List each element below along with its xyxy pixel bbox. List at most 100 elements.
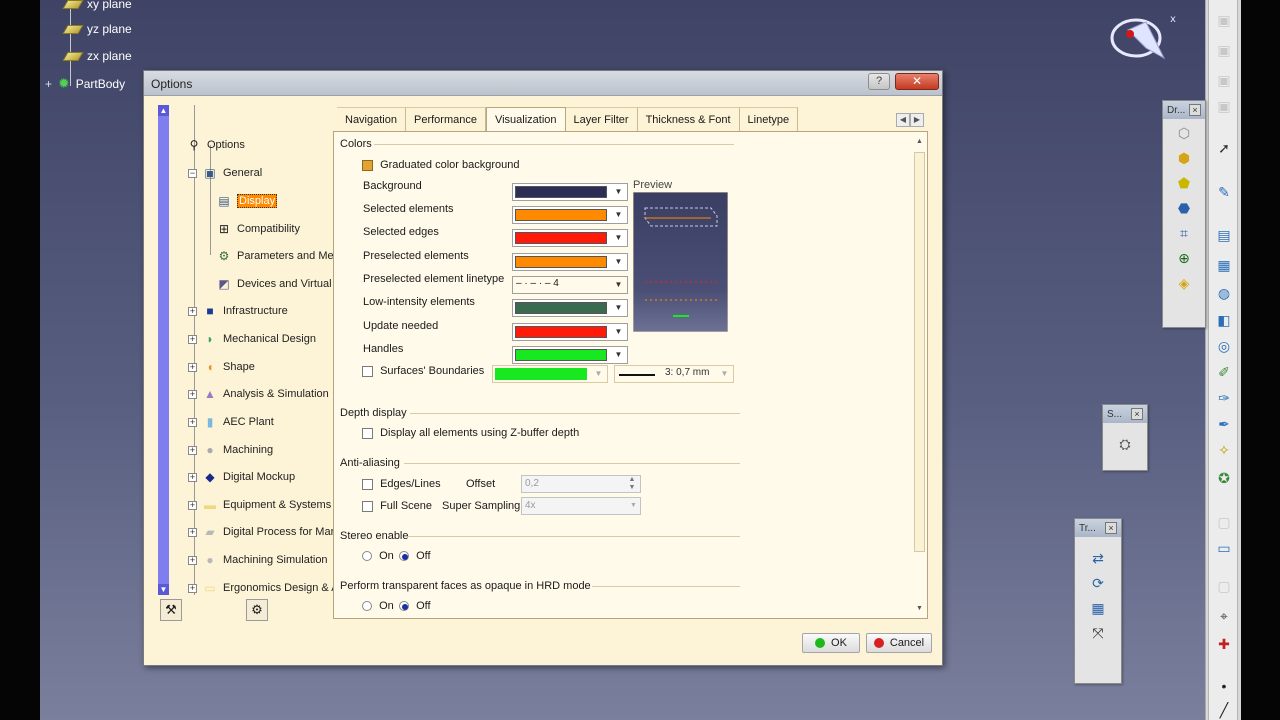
expand-icon[interactable]: + [188, 362, 197, 372]
fillet-icon[interactable]: ✪ [1214, 468, 1234, 488]
expand-icon[interactable]: + [188, 555, 197, 565]
toolbar-dr[interactable]: Dr... × ⬡ ⬢ ⬟ ⬣ ⌗ ⊕ ◈ [1162, 100, 1206, 328]
scroll-up-icon[interactable]: ▲ [158, 105, 169, 116]
chevron-down-icon[interactable]: ▼ [590, 366, 607, 382]
expand-icon[interactable]: + [188, 472, 197, 482]
cube-yellow-icon[interactable]: ⬢ [1173, 147, 1195, 169]
background-color-combo[interactable]: ▼ [512, 183, 628, 201]
transparent-on-radio[interactable] [362, 601, 372, 612]
loft-icon[interactable]: ✧ [1214, 440, 1234, 460]
transparent-off-option[interactable]: Off [399, 600, 431, 612]
surfaces-color-combo[interactable]: ▼ [492, 365, 608, 383]
scene-icon[interactable]: ⛭ [1114, 433, 1136, 455]
rib-icon[interactable]: ✐ [1214, 362, 1234, 382]
edges-lines-checkbox[interactable] [362, 478, 373, 490]
chevron-down-icon[interactable]: ▼ [610, 300, 627, 316]
handles-color-combo[interactable]: ▼ [512, 346, 628, 364]
offset-field[interactable]: 0,2 [521, 475, 641, 493]
chevron-down-icon[interactable]: ▼ [610, 230, 627, 246]
tree-node-yz-plane[interactable]: yz plane [62, 22, 132, 36]
stereo-off-radio[interactable] [399, 551, 409, 562]
tree-node-zx-plane[interactable]: zx plane [62, 49, 132, 63]
stereo-on-option[interactable]: On [362, 550, 394, 562]
transparent-on-option[interactable]: On [362, 600, 394, 612]
expand-icon[interactable]: + [188, 527, 197, 537]
target-icon[interactable]: ⊕ [1173, 247, 1195, 269]
chevron-down-icon[interactable]: ▼ [610, 277, 627, 293]
tree-item-equipment-systems[interactable]: + ▬ Equipment & Systems [188, 497, 331, 513]
cylinder-icon[interactable]: ⬣ [1173, 197, 1195, 219]
close-button[interactable]: ✕ [895, 73, 939, 90]
offset-spinner[interactable]: ▲ ▼ [624, 476, 640, 492]
chevron-down-icon[interactable]: ▼ [630, 498, 637, 514]
scroll-thumb[interactable] [914, 152, 925, 552]
tab-scroll-right-icon[interactable]: ▶ [910, 113, 924, 127]
stereo-on-radio[interactable] [362, 551, 372, 562]
tree-item-digital-process[interactable]: + ▰ Digital Process for Mar [188, 524, 334, 540]
scroll-down-icon[interactable]: ▼ [158, 584, 169, 595]
expand-icon[interactable]: + [188, 389, 197, 399]
apply-material-icon[interactable]: ✚ [1214, 634, 1234, 654]
tree-item-display[interactable]: ▤ Display [216, 193, 278, 209]
tab-thickness-font[interactable]: Thickness & Font [637, 107, 740, 131]
stiffener-icon[interactable]: ✒ [1214, 414, 1234, 434]
tree-tool-icon[interactable]: ⚒ [160, 599, 182, 621]
scroll-up-icon[interactable]: ▲ [914, 136, 925, 147]
collapse-icon[interactable]: − [188, 168, 197, 178]
selected-edges-color-combo[interactable]: ▼ [512, 229, 628, 247]
toolbar-dr-title[interactable]: Dr... × [1163, 101, 1205, 119]
dialog-titlebar[interactable]: Options ? ✕ [144, 71, 942, 96]
tab-scroll-left-icon[interactable]: ◀ [896, 113, 910, 127]
pattern-grid-icon[interactable]: ▦ [1087, 597, 1109, 619]
chevron-down-icon[interactable]: ▼ [610, 207, 627, 223]
box-icon[interactable]: ▭ [1214, 538, 1234, 558]
graduated-background-option[interactable]: Graduated color background [362, 159, 520, 171]
tree-item-machining-simulation[interactable]: + ● Machining Simulation [188, 552, 328, 568]
prism-icon[interactable]: ⬟ [1173, 172, 1195, 194]
tree-node-partbody[interactable]: + ✹ PartBody [45, 75, 125, 92]
tab-linetype[interactable]: Linetype [739, 107, 799, 131]
tab-layer-filter[interactable]: Layer Filter [565, 107, 638, 131]
scroll-down-icon[interactable]: ▼ [914, 603, 925, 614]
full-scene-checkbox[interactable] [362, 500, 373, 512]
measure-icon[interactable]: ⌖ [1214, 606, 1234, 626]
compass-icon[interactable]: x [1106, 8, 1176, 68]
surfaces-boundaries-checkbox[interactable] [362, 365, 373, 377]
tree-item-infrastructure[interactable]: + ■ Infrastructure [188, 303, 288, 319]
edges-lines-option[interactable]: Edges/Lines [362, 478, 441, 490]
expand-icon[interactable]: + [188, 500, 197, 510]
chevron-down-icon[interactable]: ▼ [716, 366, 733, 382]
ok-button[interactable]: OK [802, 633, 860, 653]
tree-item-parameters[interactable]: ⚙ Parameters and Mea [216, 248, 340, 264]
tree-item-options[interactable]: ⚲ Options [186, 137, 245, 153]
tree-item-devices[interactable]: ◩ Devices and Virtual [216, 276, 331, 292]
selected-elements-color-combo[interactable]: ▼ [512, 206, 628, 224]
content-scrollbar[interactable]: ▲ ▼ [914, 136, 925, 614]
rotate-icon[interactable]: ⟳ [1087, 572, 1109, 594]
translate-icon[interactable]: ⇄ [1087, 547, 1109, 569]
tree-node-xy-plane[interactable]: xy plane [62, 0, 132, 11]
sketch-icon[interactable]: ✎ [1214, 182, 1234, 202]
expand-icon[interactable]: + [188, 334, 197, 344]
surfaces-thickness-combo[interactable]: 3: 0,7 mm ▼ [614, 365, 734, 383]
hole-icon[interactable]: ◎ [1214, 336, 1234, 356]
tab-visualization[interactable]: Visualization [485, 107, 566, 131]
surfaces-boundaries-option[interactable]: Surfaces' Boundaries [362, 365, 484, 377]
expand-icon[interactable]: + [188, 445, 197, 455]
tree-item-mechanical-design[interactable]: + ◗ Mechanical Design [188, 331, 316, 347]
preselected-linetype-combo[interactable]: – · – · – 4 ▼ [512, 276, 628, 294]
frame-icon[interactable]: ⌗ [1173, 222, 1195, 244]
tree-scrollbar[interactable]: ▲ ▼ [158, 105, 169, 595]
zbuffer-option[interactable]: Display all elements using Z-buffer dept… [362, 427, 579, 439]
update-needed-color-combo[interactable]: ▼ [512, 323, 628, 341]
tree-item-aec-plant[interactable]: + ▮ AEC Plant [188, 414, 274, 430]
expand-plus-icon[interactable]: + [45, 77, 52, 91]
tree-item-shape[interactable]: + ◖ Shape [188, 359, 255, 375]
shaft-icon[interactable]: ◍ [1214, 283, 1234, 303]
slot-icon[interactable]: ✑ [1214, 388, 1234, 408]
stereo-off-option[interactable]: Off [399, 550, 431, 562]
expand-icon[interactable]: + [188, 583, 197, 593]
super-sampling-combo[interactable]: 4x ▼ [521, 497, 641, 515]
tab-performance[interactable]: Performance [405, 107, 486, 131]
tree-item-digital-mockup[interactable]: + ◆ Digital Mockup [188, 469, 295, 485]
